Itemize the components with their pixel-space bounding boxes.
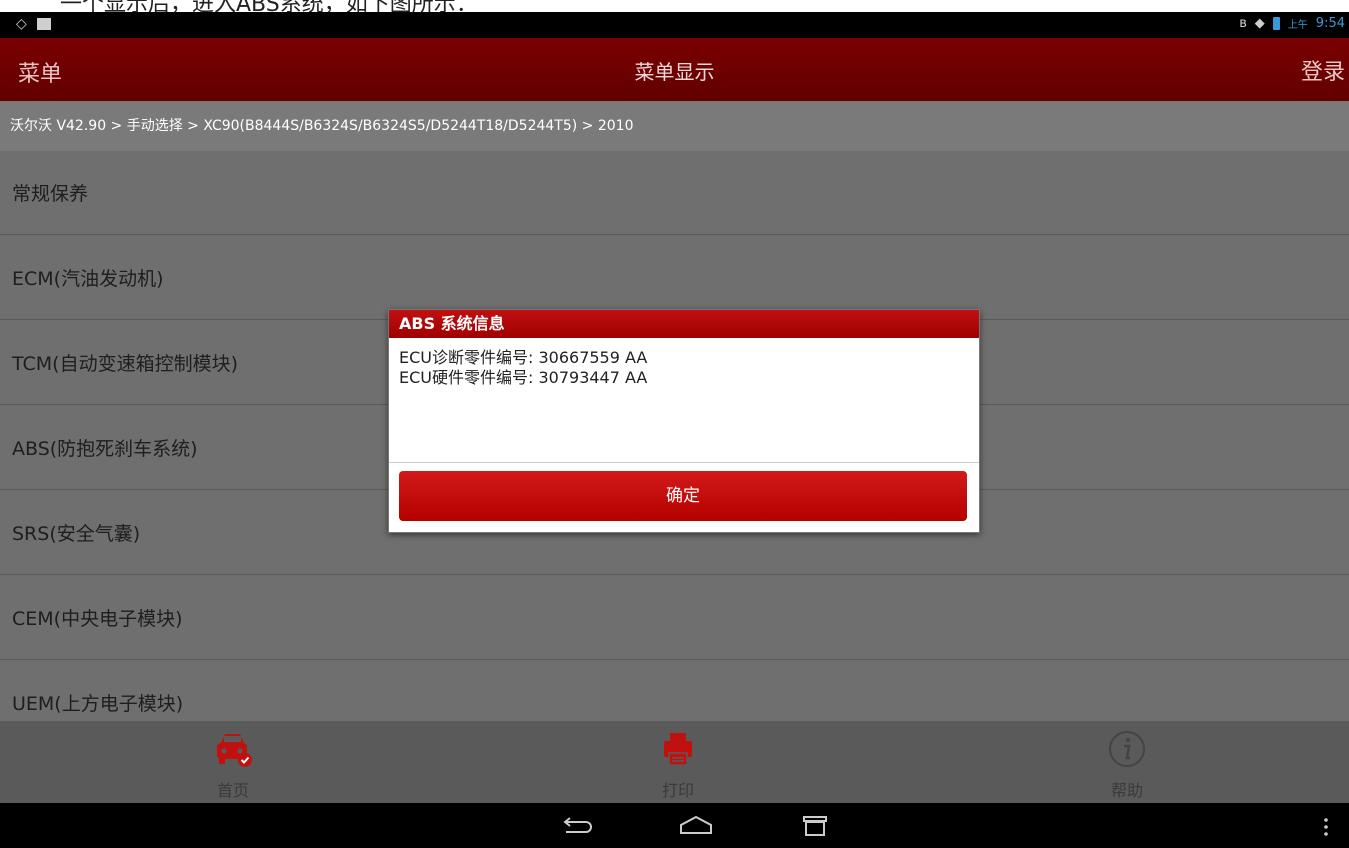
ok-button[interactable]: 确定: [399, 471, 967, 521]
overflow-menu-icon[interactable]: [1322, 817, 1330, 837]
list-item-maintenance[interactable]: 常规保养: [0, 151, 1349, 235]
help-button[interactable]: 帮助: [1057, 721, 1197, 803]
print-button[interactable]: 打印: [608, 721, 748, 803]
clock: 9:54: [1315, 16, 1345, 31]
bluetooth-icon: ʙ: [1239, 16, 1247, 31]
print-label: 打印: [661, 781, 694, 800]
printer-icon: [664, 733, 692, 766]
car-home-icon: [217, 734, 252, 767]
battery-icon: [1272, 17, 1280, 30]
home-label: 首页: [216, 781, 249, 800]
image-icon: [36, 18, 51, 30]
ecu-diagnostic-part-number: ECU诊断零件编号: 30667559 AA: [399, 348, 648, 367]
dialog-title: ABS 系统信息: [389, 310, 979, 338]
help-label: 帮助: [1110, 781, 1143, 800]
ecu-hardware-part-number: ECU硬件零件编号: 30793447 AA: [399, 368, 648, 387]
bottom-nav: 首页 打印 帮助: [0, 721, 1349, 803]
caption-text: 一个显示后，进入ABS系统，如下图所示：: [60, 0, 478, 12]
list-item-uem[interactable]: UEM(上方电子模块): [0, 661, 1349, 721]
status-bar: ◇ ʙ ◆ 上午 9:54: [0, 12, 1349, 38]
breadcrumb: 沃尔沃 V42.90 > 手动选择 > XC90(B8444S/B6324S/B…: [0, 101, 1349, 151]
app-bar: 菜单 菜单显示 登录: [0, 38, 1349, 101]
sync-icon: ◇: [16, 16, 27, 32]
wifi-icon: ◆: [1254, 16, 1265, 31]
abs-info-dialog: ABS 系统信息 ECU诊断零件编号: 30667559 AA ECU硬件零件编…: [388, 309, 980, 533]
clock-ampm: 上午: [1287, 20, 1308, 31]
info-icon: [1109, 731, 1145, 767]
home-button[interactable]: 首页: [163, 721, 303, 803]
back-icon[interactable]: [560, 817, 592, 835]
dialog-divider: [389, 462, 979, 463]
home-nav-icon[interactable]: [678, 815, 714, 835]
login-button[interactable]: 登录: [1301, 54, 1345, 86]
dialog-body: ECU诊断零件编号: 30667559 AA ECU硬件零件编号: 307934…: [399, 348, 647, 388]
list-item-cem[interactable]: CEM(中央电子模块): [0, 576, 1349, 660]
document-caption: 一个显示后，进入ABS系统，如下图所示：: [0, 0, 1349, 12]
recent-apps-icon[interactable]: [800, 815, 830, 837]
page-title: 菜单显示: [634, 60, 715, 84]
list-item-ecm[interactable]: ECM(汽油发动机): [0, 236, 1349, 320]
system-nav-bar: [0, 803, 1349, 848]
